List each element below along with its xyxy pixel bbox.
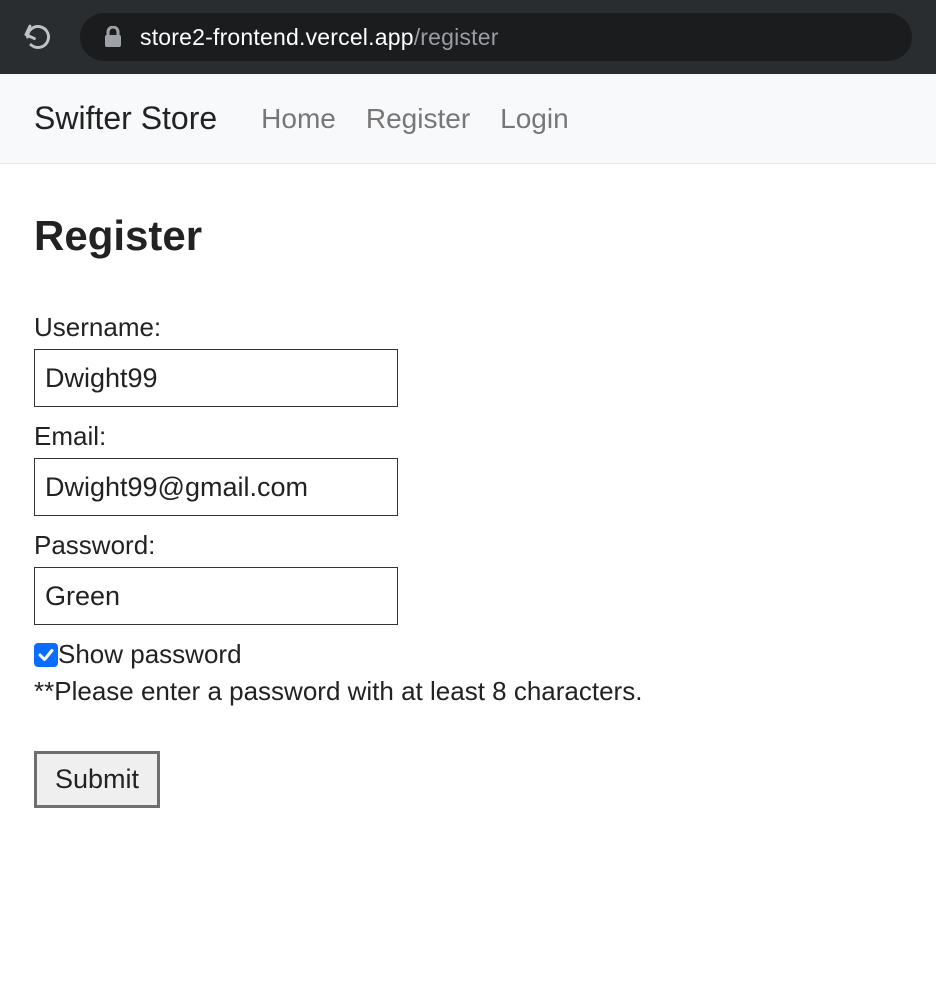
- show-password-label: Show password: [58, 639, 242, 670]
- username-label: Username:: [34, 312, 902, 343]
- register-form: Username: Email: Password: Show password…: [34, 312, 902, 808]
- nav-register[interactable]: Register: [366, 103, 470, 135]
- show-password-checkbox[interactable]: [34, 643, 58, 667]
- password-group: Password:: [34, 530, 902, 625]
- main-content: Register Username: Email: Password: Show…: [0, 164, 936, 856]
- password-label: Password:: [34, 530, 902, 561]
- email-input[interactable]: [34, 458, 398, 516]
- main-nav: Home Register Login: [261, 103, 568, 135]
- username-input[interactable]: [34, 349, 398, 407]
- browser-chrome: store2-frontend.vercel.app/register: [0, 0, 936, 74]
- url-host: store2-frontend.vercel.app: [140, 24, 414, 50]
- nav-home[interactable]: Home: [261, 103, 336, 135]
- url-path: /register: [414, 24, 499, 50]
- lock-icon: [104, 26, 122, 48]
- reload-button[interactable]: [24, 23, 52, 51]
- url-bar[interactable]: store2-frontend.vercel.app/register: [80, 13, 912, 61]
- nav-login[interactable]: Login: [500, 103, 569, 135]
- submit-button[interactable]: Submit: [34, 751, 160, 808]
- check-icon: [37, 646, 55, 664]
- password-hint: **Please enter a password with at least …: [34, 676, 902, 707]
- reload-icon: [24, 23, 52, 51]
- email-label: Email:: [34, 421, 902, 452]
- show-password-row: Show password: [34, 639, 902, 670]
- email-group: Email:: [34, 421, 902, 516]
- brand[interactable]: Swifter Store: [34, 100, 217, 137]
- url-text: store2-frontend.vercel.app/register: [140, 24, 499, 51]
- page-title: Register: [34, 212, 902, 260]
- site-header: Swifter Store Home Register Login: [0, 74, 936, 164]
- password-input[interactable]: [34, 567, 398, 625]
- username-group: Username:: [34, 312, 902, 407]
